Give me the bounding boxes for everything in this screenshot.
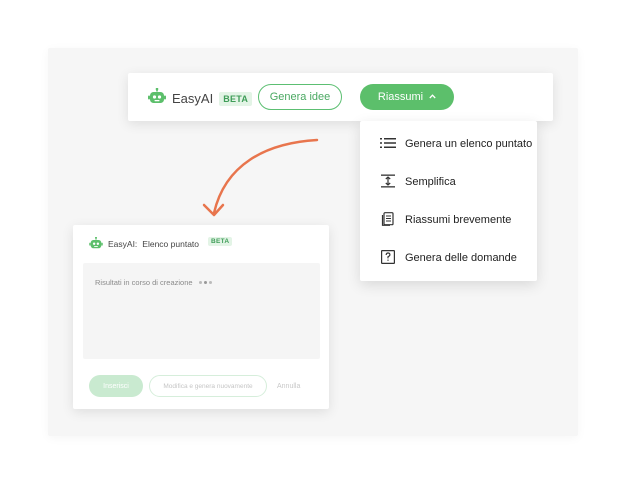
menu-item-simplify[interactable]: Semplifica <box>360 163 537 201</box>
brand: EasyAI BETA <box>148 87 253 109</box>
insert-button[interactable]: Inserisci <box>89 375 143 397</box>
question-box-icon <box>380 249 396 267</box>
bullet-list-icon <box>380 137 396 152</box>
document-icon <box>380 211 396 229</box>
regenerate-button[interactable]: Modifica e genera nuovamente <box>149 375 267 397</box>
beta-badge: BETA <box>208 236 233 246</box>
menu-item-label: Genera delle domande <box>405 252 517 264</box>
panel-actions: Inserisci Modifica e genera nuovamente A… <box>89 375 300 397</box>
panel-header: EasyAI: Elenco puntato BETA <box>89 236 233 251</box>
compress-icon <box>380 174 396 191</box>
menu-item-bullet-list[interactable]: Genera un elenco puntato <box>360 125 537 163</box>
menu-item-summarize-briefly[interactable]: Riassumi brevemente <box>360 201 537 239</box>
loading-status: Risultati in corso di creazione <box>95 278 212 287</box>
robot-icon <box>148 87 166 109</box>
summarize-label: Riassumi <box>377 91 424 103</box>
menu-item-label: Semplifica <box>405 176 456 188</box>
summarize-menu: Genera un elenco puntato Semplifica Rias… <box>360 121 537 281</box>
result-panel: EasyAI: Elenco puntato BETA Risultati in… <box>73 225 329 409</box>
panel-brand-name: EasyAI: <box>108 239 138 249</box>
menu-item-label: Riassumi brevemente <box>405 214 512 226</box>
menu-item-generate-questions[interactable]: Genera delle domande <box>360 239 537 277</box>
summarize-dropdown-button[interactable]: Riassumi <box>360 84 454 110</box>
curved-arrow-icon <box>202 138 319 217</box>
brand-name: EasyAI <box>172 91 214 106</box>
status-text: Risultati in corso di creazione <box>95 278 193 287</box>
cancel-link[interactable]: Annulla <box>277 383 300 390</box>
menu-item-label: Genera un elenco puntato <box>405 138 533 150</box>
beta-badge: BETA <box>219 91 253 106</box>
generate-ideas-button[interactable]: Genera idee <box>258 84 342 110</box>
chevron-up-icon <box>429 93 436 101</box>
easyai-toolbar: EasyAI BETA Genera idee Riassumi <box>128 73 553 121</box>
loading-dots-icon <box>198 281 212 284</box>
panel-mode-label: Elenco puntato <box>142 239 200 249</box>
robot-icon <box>89 236 103 251</box>
